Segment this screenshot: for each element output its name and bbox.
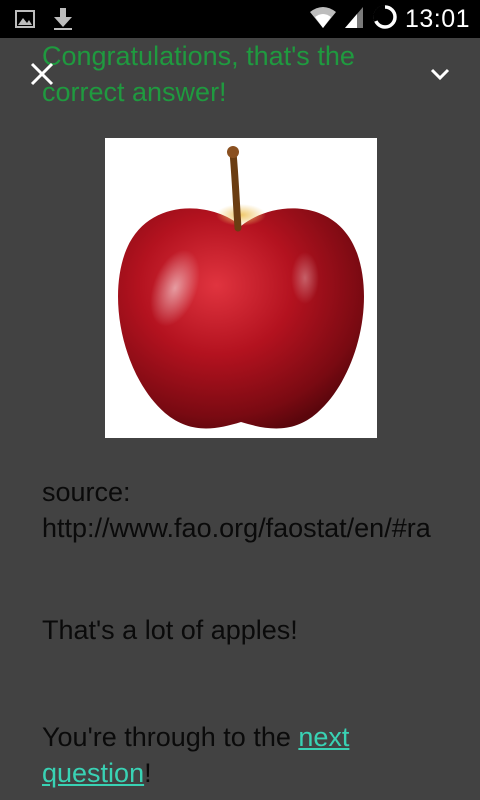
answer-dialog: Congratulations, that's the correct answ… xyxy=(0,38,480,800)
lots-text: That's a lot of apples! xyxy=(42,615,298,645)
through-suffix: ! xyxy=(144,758,152,788)
sync-icon xyxy=(371,3,399,36)
source-url: http://www.fao.org/faostat/en/#ra xyxy=(42,513,431,543)
signal-icon xyxy=(343,5,365,34)
collapse-button[interactable] xyxy=(428,62,452,86)
clock: 13:01 xyxy=(404,4,470,33)
download-icon xyxy=(52,7,74,36)
through-text: You're through to the next question! xyxy=(42,719,462,791)
close-icon xyxy=(26,62,58,94)
apple-image xyxy=(105,138,377,438)
close-button[interactable] xyxy=(26,58,58,90)
source-text: source: http://www.fao.org/faostat/en/#r… xyxy=(42,474,431,546)
source-label: source: xyxy=(42,477,131,507)
through-prefix: You're through to the xyxy=(42,722,299,752)
image-icon xyxy=(14,8,36,35)
status-notifications xyxy=(14,7,74,36)
wifi-icon xyxy=(309,5,337,34)
status-indicators: 13:01 xyxy=(309,0,470,38)
chevron-down-icon xyxy=(428,68,452,90)
status-bar: 13:01 xyxy=(0,0,480,38)
page-title: Congratulations, that's the correct answ… xyxy=(42,41,355,107)
